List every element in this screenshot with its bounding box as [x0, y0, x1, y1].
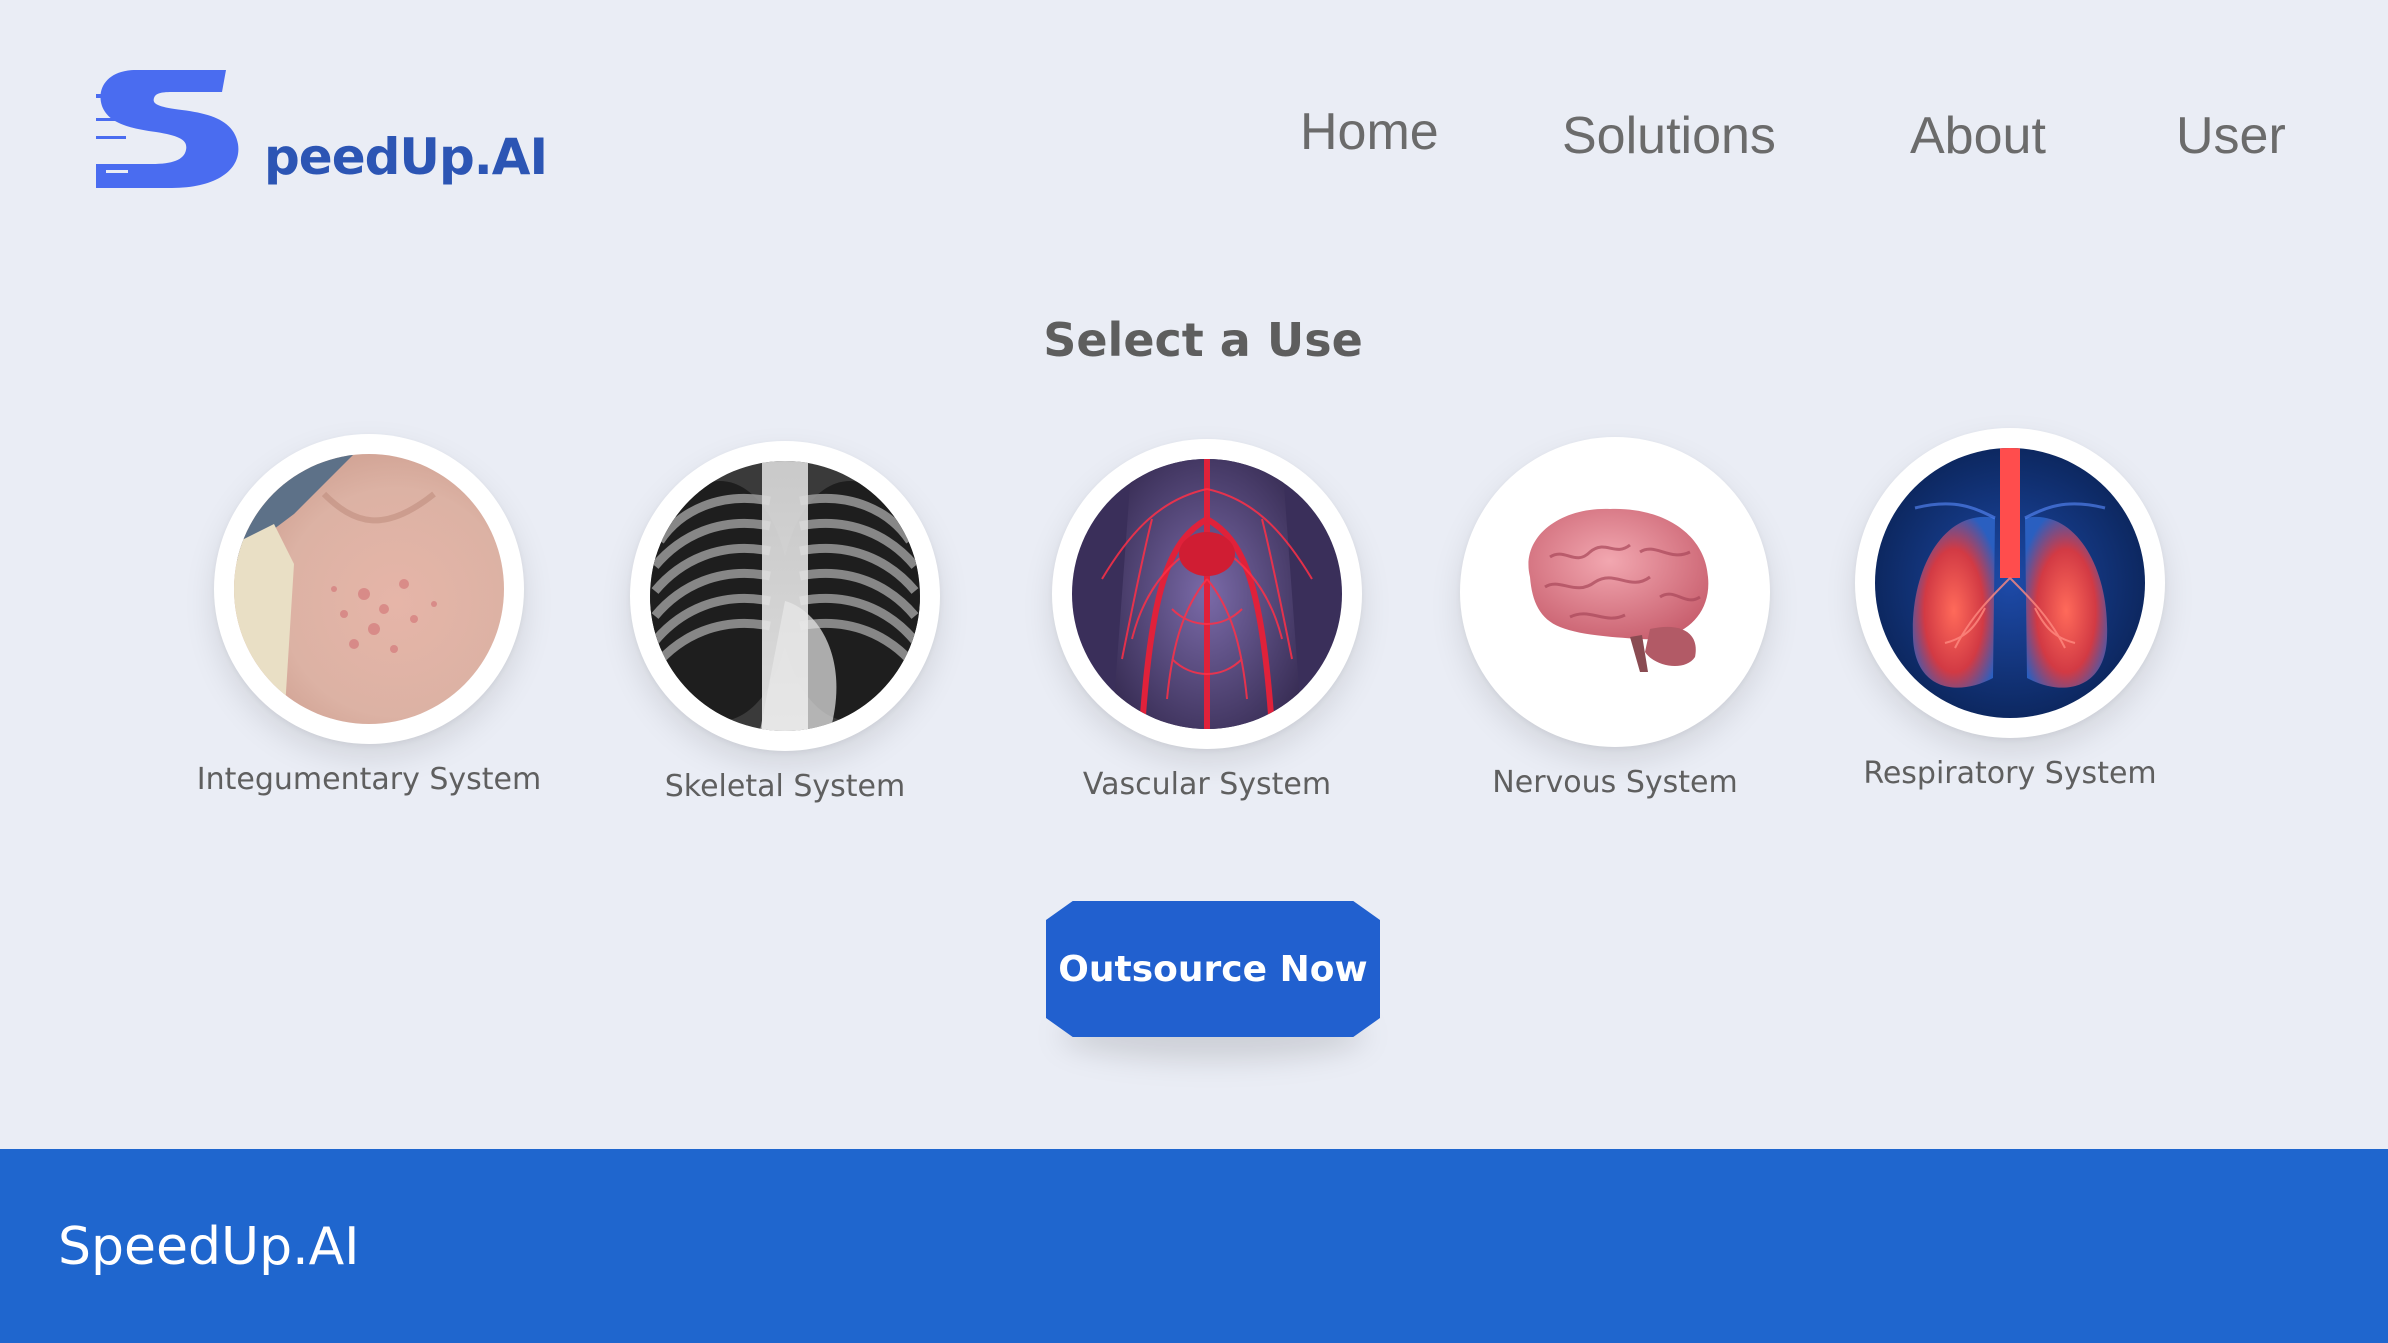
option-vascular-system[interactable]: Vascular System	[997, 439, 1417, 819]
page-title: Select a Use	[1043, 312, 1363, 367]
footer: SpeedUp.AI	[0, 1149, 2388, 1343]
brain-image	[1480, 457, 1750, 727]
footer-brand: SpeedUp.AI	[58, 1217, 360, 1277]
option-image-frame	[1460, 437, 1770, 747]
blood-vessels-image	[1072, 459, 1342, 729]
logo[interactable]: peedUp.AI	[96, 66, 556, 206]
nav-user-link[interactable]: User	[2176, 106, 2286, 166]
option-integumentary-system[interactable]: Integumentary System	[159, 434, 579, 814]
nav-solutions-link[interactable]: Solutions	[1562, 106, 1776, 166]
lungs-image	[1875, 448, 2145, 718]
chest-xray-image	[650, 461, 920, 731]
option-label: Skeletal System	[664, 769, 906, 804]
option-image-frame	[214, 434, 524, 744]
outsource-now-button[interactable]: Outsource Now	[1046, 901, 1380, 1037]
option-image-frame	[630, 441, 940, 751]
nav-about-link[interactable]: About	[1910, 106, 2046, 166]
skin-rash-image	[234, 454, 504, 724]
option-respiratory-system[interactable]: Respiratory System	[1800, 428, 2220, 808]
option-nervous-system[interactable]: Nervous System	[1405, 437, 1825, 817]
nav-home-link[interactable]: Home	[1300, 102, 1439, 162]
option-skeletal-system[interactable]: Skeletal System	[575, 441, 995, 821]
option-label: Respiratory System	[1863, 756, 2157, 791]
option-image-frame	[1052, 439, 1362, 749]
option-label: Vascular System	[1082, 767, 1332, 802]
logo-text: peedUp.AI	[264, 128, 548, 186]
option-label: Nervous System	[1492, 765, 1738, 800]
logo-s-icon	[96, 70, 239, 188]
option-label: Integumentary System	[196, 762, 542, 797]
option-image-frame	[1855, 428, 2165, 738]
